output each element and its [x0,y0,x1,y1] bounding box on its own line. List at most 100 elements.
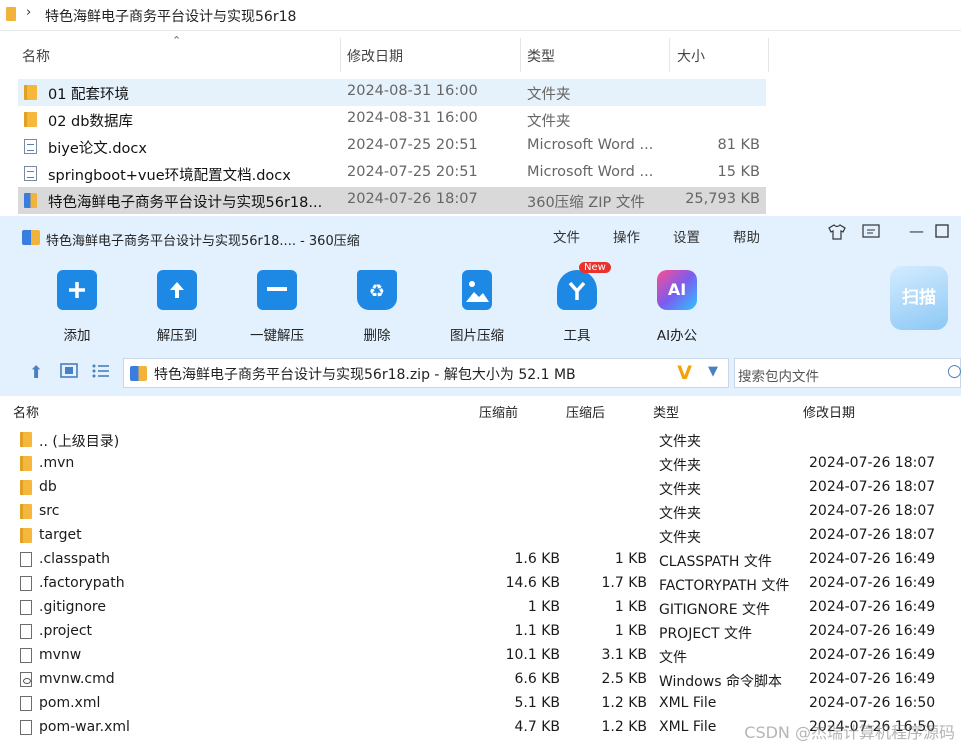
column-modified[interactable]: 修改日期 [803,402,855,421]
chevron-right-icon[interactable]: › [26,5,31,20]
column-modified[interactable]: 修改日期 [347,46,403,66]
entry-type: 文件夹 [659,434,701,450]
archive-row[interactable]: src 文件夹 2024-07-26 18:07 [0,500,961,524]
entry-type: PROJECT 文件 [659,626,752,642]
archive-path-field[interactable]: 特色海鲜电子商务平台设计与实现56r18.zip - 解包大小为 52.1 MB… [123,358,729,388]
folder-icon [24,112,37,127]
one-click-extract-button[interactable]: 一键解压 [237,264,317,344]
skin-shirt-icon[interactable] [828,224,846,244]
tools-button[interactable]: New 工具 [537,262,617,344]
archive-row[interactable]: .classpath 1.6 KB 1 KB CLASSPATH 文件 2024-07-… [0,548,961,572]
maximize-icon[interactable] [935,224,949,242]
file-row[interactable]: springboot+vue环境配置文档.docx 2024-07-25 20:… [18,160,766,187]
one-click-extract-label: 一键解压 [250,328,304,344]
up-arrow-icon[interactable]: ⬆ [29,363,43,383]
archiver-logo-icon [22,230,40,245]
search-in-archive-input[interactable]: 搜索包内文件 ○ [734,358,961,388]
file-size: 15 KB [717,164,760,180]
archive-row[interactable]: .mvn 文件夹 2024-07-26 18:07 [0,452,961,476]
file-explorer-window: › 特色海鲜电子商务平台设计与实现56r18 ⌃ 名称 修改日期 类型 大小 0… [0,0,961,216]
v-logo-icon[interactable]: V [677,362,692,384]
entry-type: XML File [659,719,717,735]
folder-icon [20,456,32,471]
menu-file[interactable]: 文件 [553,226,580,246]
menu-operation[interactable]: 操作 [613,226,640,246]
entry-modified: 2024-07-26 18:07 [809,479,936,495]
file-name: 02 db数据库 [48,114,133,130]
file-row[interactable]: 02 db数据库 2024-08-31 16:00 文件夹 [18,106,766,133]
feedback-icon[interactable] [862,224,880,244]
size-before: 5.1 KB [514,695,561,711]
svg-text:♻: ♻ [369,281,385,302]
column-before[interactable]: 压缩前 [479,402,518,421]
entry-modified: 2024-07-26 18:07 [809,455,936,471]
delete-button[interactable]: ♻ 删除 [337,264,417,344]
add-button[interactable]: 添加 [37,264,117,344]
extract-to-button[interactable]: 解压到 [137,264,217,344]
entry-type: 文件夹 [659,482,701,498]
ai-office-button[interactable]: AI AI办公 [637,264,717,344]
menu-settings[interactable]: 设置 [673,226,700,246]
image-compress-label: 图片压缩 [450,328,504,344]
archive-row[interactable]: .project 1.1 KB 1 KB PROJECT 文件 2024-07-26 1… [0,620,961,644]
folder-icon [20,528,32,543]
dropdown-arrow-icon[interactable]: ▼ [708,364,718,379]
size-before: 1 KB [527,599,560,615]
toolbar: 添加 解压到 一键解压 ♻ 删除 图片压缩 New 工具 AI AI办公 扫描 [0,254,961,350]
entry-name: db [39,479,57,495]
thumbnail-view-icon[interactable] [60,363,78,383]
archive-row[interactable]: target 文件夹 2024-07-26 18:07 [0,524,961,548]
column-type[interactable]: 类型 [653,402,679,421]
menu-help[interactable]: 帮助 [733,226,760,246]
entry-modified: 2024-07-26 16:49 [809,671,936,687]
archive-row[interactable]: pom.xml 5.1 KB 1.2 KB XML File 2024-07-26 16… [0,692,961,716]
size-before: 10.1 KB [505,647,560,663]
file-type: 文件夹 [527,114,571,130]
word-doc-icon [24,139,37,154]
folder-icon [24,85,37,100]
entry-modified: 2024-07-26 16:49 [809,551,936,567]
entry-name: mvnw.cmd [39,671,115,687]
column-name[interactable]: 名称 [22,46,50,66]
entry-type: FACTORYPATH 文件 [659,578,790,594]
image-compress-button[interactable]: 图片压缩 [437,264,517,344]
size-after: 1.7 KB [601,575,648,591]
tools-icon [557,270,597,310]
extract-to-icon [157,270,197,310]
size-after: 1 KB [614,551,647,567]
archive-row[interactable]: mvnw.cmd 6.6 KB 2.5 KB Windows 命令脚本 2024-07-… [0,668,961,692]
folder-icon [20,480,32,495]
entry-modified: 2024-07-26 18:07 [809,527,936,543]
archive-path-text: 特色海鲜电子商务平台设计与实现56r18.zip - 解包大小为 52.1 MB [154,367,576,383]
file-row-selected[interactable]: 特色海鲜电子商务平台设计与实现56r18... 2024-07-26 18:07… [18,187,766,214]
column-name[interactable]: 名称 [13,402,39,421]
archive-row[interactable]: .factorypath 14.6 KB 1.7 KB FACTORYPATH 文件 2… [0,572,961,596]
file-type: Microsoft Word ... [527,164,654,180]
minimize-icon[interactable]: — [909,222,924,240]
scan-button[interactable]: 扫描 [890,266,948,330]
entry-name: target [39,527,82,543]
size-after: 1 KB [614,623,647,639]
file-type: 360压缩 ZIP 文件 [527,195,645,211]
column-size[interactable]: 大小 [677,46,705,66]
tools-label: 工具 [563,328,591,344]
search-icon[interactable]: ○ [947,361,961,381]
column-type[interactable]: 类型 [527,46,555,66]
entry-name: pom.xml [39,695,101,711]
archive-row[interactable]: .gitignore 1 KB 1 KB GITIGNORE 文件 2024-07-26… [0,596,961,620]
archive-row[interactable]: mvnw 10.1 KB 3.1 KB 文件 2024-07-26 16:49 [0,644,961,668]
watermark: CSDN @杰瑞计算机程序源码 [744,723,955,742]
breadcrumb-current[interactable]: 特色海鲜电子商务平台设计与实现56r18 [45,6,296,26]
archive-row[interactable]: .. (上级目录) 文件夹 [0,428,961,452]
file-size: 81 KB [717,137,760,153]
file-row[interactable]: biye论文.docx 2024-07-25 20:51 Microsoft W… [18,133,766,160]
list-view-icon[interactable] [92,363,110,383]
file-row[interactable]: 01 配套环境 2024-08-31 16:00 文件夹 [18,79,766,106]
entry-name: .gitignore [39,599,106,615]
entry-type: XML File [659,695,717,711]
archive-row[interactable]: db 文件夹 2024-07-26 18:07 [0,476,961,500]
size-before: 1.1 KB [514,623,561,639]
file-modified: 2024-07-25 20:51 [347,164,478,180]
file-icon [20,624,32,639]
column-after[interactable]: 压缩后 [566,402,605,421]
